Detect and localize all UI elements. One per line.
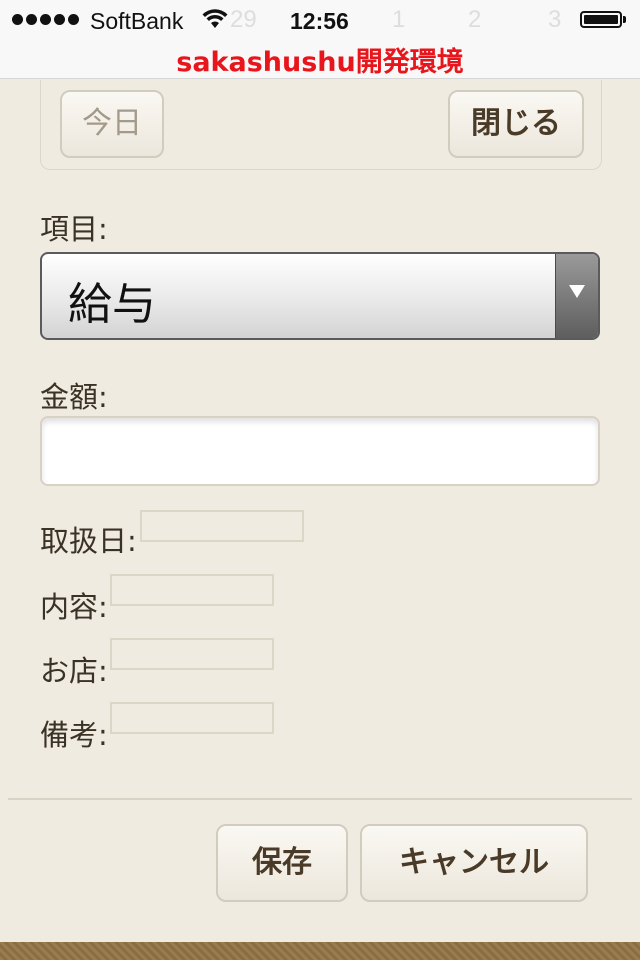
shop-field[interactable]: [110, 638, 274, 670]
battery-tip: [623, 16, 626, 23]
battery-icon: [580, 11, 622, 28]
environment-title: sakashushu開発環境: [176, 47, 464, 78]
clock: 12:56: [290, 8, 349, 34]
background-calendar-number: 3: [548, 6, 562, 33]
background-calendar-number: 29: [230, 6, 257, 33]
background-calendar-number: 1: [392, 6, 406, 33]
item-label: 項目:: [40, 212, 108, 246]
status-row: SoftBank 29 12:56 1 2 3: [0, 0, 640, 40]
save-button[interactable]: 保存: [216, 824, 348, 902]
close-button[interactable]: 閉じる: [448, 90, 584, 158]
chevron-down-icon[interactable]: [555, 254, 598, 338]
shop-label: お店:: [40, 654, 108, 688]
bottom-bar: [0, 942, 640, 960]
item-select-value: 給与: [68, 279, 156, 330]
content-field[interactable]: [110, 574, 274, 606]
note-field[interactable]: [110, 702, 274, 734]
signal-strength-icon: [12, 14, 79, 25]
note-label: 備考:: [40, 718, 108, 752]
carrier-name: SoftBank: [90, 8, 184, 34]
date-label: 取扱日:: [40, 524, 137, 558]
item-select[interactable]: 給与: [40, 252, 600, 340]
divider: [8, 798, 632, 800]
status-bar: SoftBank 29 12:56 1 2 3 sakashushu開発環境: [0, 0, 640, 79]
amount-label: 金額:: [40, 380, 108, 414]
today-button[interactable]: 今日: [60, 90, 164, 158]
content-label: 内容:: [40, 590, 108, 624]
date-field[interactable]: [140, 510, 304, 542]
background-calendar-number: 2: [468, 6, 482, 33]
amount-input[interactable]: [40, 416, 600, 486]
cancel-button[interactable]: キャンセル: [360, 824, 588, 902]
wifi-icon: [202, 9, 228, 28]
